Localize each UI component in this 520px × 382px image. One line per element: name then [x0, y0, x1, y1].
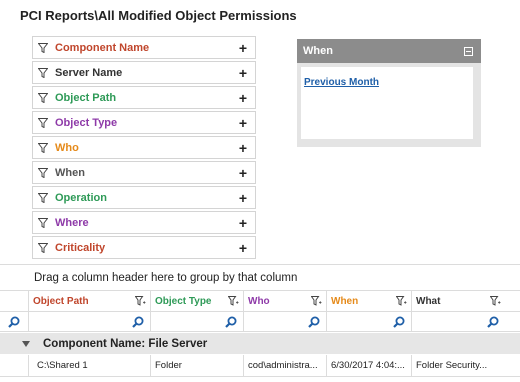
plus-icon[interactable]: +	[239, 166, 247, 180]
column-header-when[interactable]: When	[326, 291, 411, 311]
funnel-icon	[38, 242, 48, 253]
search-cell-what[interactable]	[411, 312, 505, 331]
group-by-drop-area[interactable]: Drag a column header here to group by th…	[0, 264, 520, 290]
table-row[interactable]: C:\Shared 1 Folder cod\administra... 6/3…	[0, 355, 520, 377]
filter-criticality[interactable]: Criticality +	[32, 236, 256, 259]
cell-object-path: C:\Shared 1	[28, 355, 150, 376]
when-panel-title: When	[303, 45, 333, 57]
column-label: Object Type	[155, 295, 212, 307]
plus-icon[interactable]: +	[239, 191, 247, 205]
search-cell-object-path[interactable]	[28, 312, 150, 331]
filter-label: Object Path	[55, 91, 117, 104]
grid-search-row	[0, 312, 520, 332]
when-panel-body: Previous Month	[301, 67, 473, 139]
search-cell-who[interactable]	[243, 312, 326, 331]
magnifier-icon[interactable]	[225, 316, 237, 328]
cell-when: 6/30/2017 4:04:...	[326, 355, 411, 376]
filter-operation[interactable]: Operation +	[32, 186, 256, 209]
funnel-icon[interactable]	[135, 296, 146, 306]
plus-icon[interactable]: +	[239, 241, 247, 255]
plus-icon[interactable]: +	[239, 141, 247, 155]
column-label: Who	[248, 295, 270, 307]
search-cell-when[interactable]	[326, 312, 411, 331]
column-label: When	[331, 295, 359, 307]
plus-icon[interactable]: +	[239, 41, 247, 55]
filter-label: Where	[55, 216, 89, 229]
cell-object-type: Folder	[150, 355, 243, 376]
cell-who: cod\administra...	[243, 355, 326, 376]
group-row-label: Component Name: File Server	[43, 337, 208, 350]
plus-icon[interactable]: +	[239, 66, 247, 80]
triangle-down-icon[interactable]	[22, 340, 30, 347]
filter-object-type[interactable]: Object Type +	[32, 111, 256, 134]
funnel-icon	[38, 142, 48, 153]
funnel-icon[interactable]	[396, 296, 407, 306]
column-header-what[interactable]: What	[411, 291, 505, 311]
funnel-icon[interactable]	[311, 296, 322, 306]
cell-what: Folder Security...	[411, 355, 505, 376]
magnifier-icon[interactable]	[393, 316, 405, 328]
filter-label: Server Name	[55, 66, 123, 79]
filter-panel: Component Name + Server Name + Object Pa…	[32, 36, 256, 261]
filter-where[interactable]: Where +	[32, 211, 256, 234]
column-header-who[interactable]: Who	[243, 291, 326, 311]
filter-label: Component Name	[55, 41, 150, 54]
when-panel: When Previous Month	[297, 39, 481, 147]
funnel-icon	[38, 92, 48, 103]
filter-server-name[interactable]: Server Name +	[32, 61, 256, 84]
report-title: PCI Reports\All Modified Object Permissi…	[20, 8, 297, 23]
search-cell-object-type[interactable]	[150, 312, 243, 331]
filter-label: Criticality	[55, 241, 106, 254]
funnel-icon	[38, 192, 48, 203]
plus-icon[interactable]: +	[239, 116, 247, 130]
funnel-icon	[38, 67, 48, 78]
funnel-icon	[38, 217, 48, 228]
magnifier-icon[interactable]	[8, 316, 20, 328]
magnifier-icon[interactable]	[308, 316, 320, 328]
column-label: Object Path	[33, 295, 89, 307]
plus-icon[interactable]: +	[239, 216, 247, 230]
filter-label: When	[55, 166, 85, 179]
group-row[interactable]: Component Name: File Server	[0, 333, 520, 354]
funnel-icon[interactable]	[490, 296, 501, 306]
funnel-icon[interactable]	[228, 296, 239, 306]
filter-who[interactable]: Who +	[32, 136, 256, 159]
filter-component-name[interactable]: Component Name +	[32, 36, 256, 59]
filter-object-path[interactable]: Object Path +	[32, 86, 256, 109]
column-header-object-path[interactable]: Object Path	[28, 291, 150, 311]
magnifier-icon[interactable]	[487, 316, 499, 328]
plus-icon[interactable]: +	[239, 91, 247, 105]
magnifier-icon[interactable]	[132, 316, 144, 328]
column-label: What	[416, 295, 441, 307]
when-panel-header: When	[297, 39, 481, 63]
filter-label: Who	[55, 141, 79, 154]
row-search-cell[interactable]	[0, 312, 28, 331]
filter-label: Operation	[55, 191, 107, 204]
filter-when[interactable]: When +	[32, 161, 256, 184]
collapse-box-icon[interactable]	[464, 46, 473, 56]
grid-header: Object Path Object Type Who When What	[0, 290, 520, 312]
funnel-icon	[38, 117, 48, 128]
previous-month-link[interactable]: Previous Month	[304, 77, 379, 88]
filter-label: Object Type	[55, 116, 118, 129]
funnel-icon	[38, 167, 48, 178]
column-header-object-type[interactable]: Object Type	[150, 291, 243, 311]
funnel-icon	[38, 42, 48, 53]
